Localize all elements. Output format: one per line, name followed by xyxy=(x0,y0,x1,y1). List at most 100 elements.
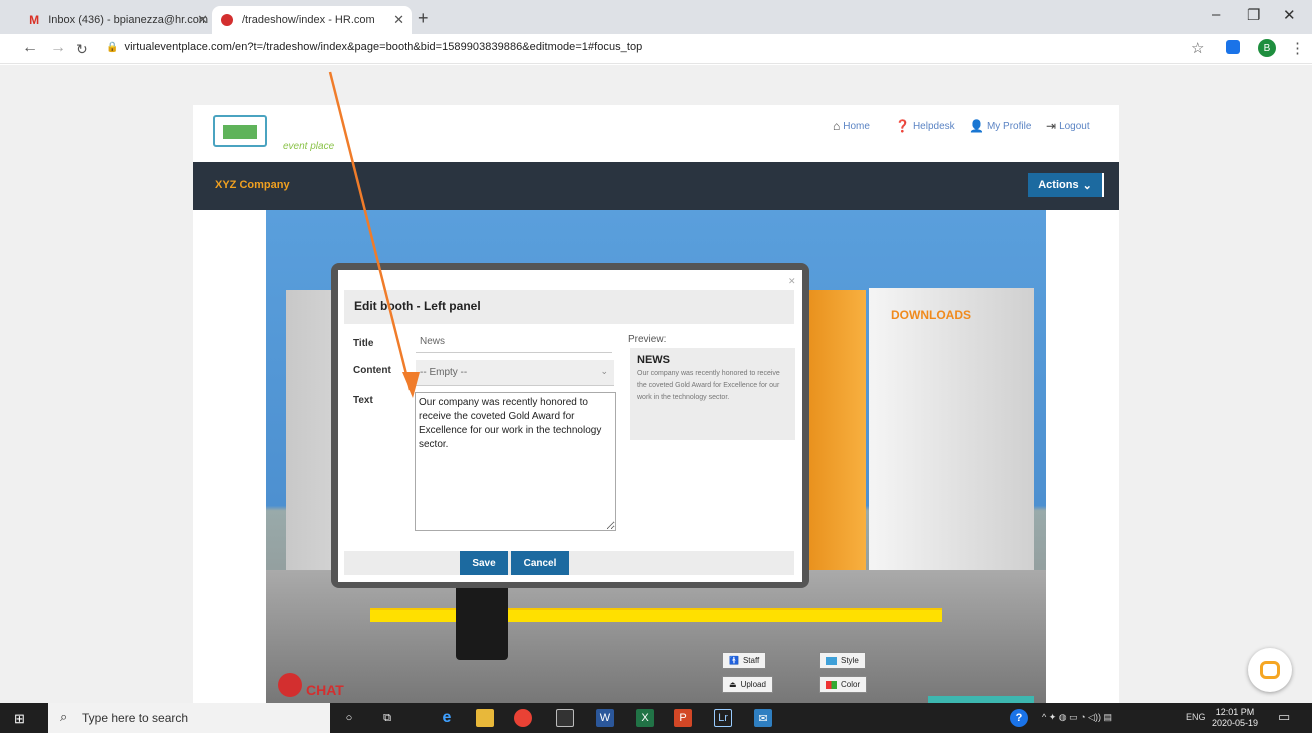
chat-play-icon[interactable] xyxy=(278,673,302,697)
forward-icon[interactable]: → xyxy=(50,39,66,57)
text-label: Text xyxy=(353,395,373,406)
close-icon[interactable]: ✕ xyxy=(197,12,208,28)
profile-avatar[interactable]: B xyxy=(1258,39,1276,57)
company-name: XYZ Company xyxy=(215,179,290,191)
language-indicator[interactable]: ENG xyxy=(1186,712,1206,722)
tab-tradeshow[interactable]: /tradeshow/index - HR.com ✕ xyxy=(212,6,412,34)
excel-icon[interactable]: X xyxy=(636,709,654,727)
windows-start-icon[interactable]: ⊞ xyxy=(14,711,25,727)
reload-icon[interactable]: ↻ xyxy=(76,41,88,58)
url-text: virtualeventplace.com/en?t=/tradeshow/in… xyxy=(124,41,643,53)
close-icon[interactable]: ✕ xyxy=(788,276,796,287)
mail-icon[interactable]: ✉ xyxy=(754,709,772,727)
close-window-icon[interactable]: ✕ xyxy=(1283,6,1296,24)
booth-pillar xyxy=(806,290,866,590)
file-explorer-icon[interactable] xyxy=(476,709,494,727)
style-label: Style xyxy=(841,656,859,665)
chat-label[interactable]: CHAT xyxy=(306,682,344,698)
booth-floor-glass xyxy=(266,570,1046,703)
company-bar: XYZ Company Actions ⌄ xyxy=(193,162,1119,210)
nav-home-label: Home xyxy=(843,120,870,132)
edge-icon[interactable]: e xyxy=(438,709,456,727)
chevron-down-icon: ⌄ xyxy=(1082,179,1092,192)
logout-icon: ⇥ xyxy=(1046,119,1057,133)
preview-body: Our company was recently honored to rece… xyxy=(637,370,780,401)
taskbar-search[interactable]: ⌕ Type here to search xyxy=(48,703,330,733)
bookmark-star-icon[interactable]: ☆ xyxy=(1191,39,1204,57)
home-icon: ⌂ xyxy=(833,119,841,133)
save-button[interactable]: Save xyxy=(460,551,508,575)
modal-footer xyxy=(344,551,794,575)
actions-dropdown-button[interactable]: Actions ⌄ xyxy=(1028,173,1104,197)
edit-booth-modal: ✕ Edit booth - Left panel Title Content … xyxy=(338,270,802,582)
search-placeholder: Type here to search xyxy=(82,711,189,725)
start-video-chat-button[interactable] xyxy=(928,696,1034,703)
address-bar[interactable]: 🔒 virtualeventplace.com/en?t=/tradeshow/i… xyxy=(106,41,642,53)
search-icon: ⌕ xyxy=(60,709,68,724)
tab-label: Inbox (436) - bpianezza@hr.com xyxy=(48,14,208,26)
modal-header: Edit booth - Left panel xyxy=(344,290,794,324)
logo-text: event place xyxy=(283,141,335,152)
content-select[interactable]: -- Empty -- ⌄ xyxy=(416,360,614,386)
chevron-down-icon: ⌄ xyxy=(600,366,608,376)
clock-time: 12:01 PM xyxy=(1215,707,1255,717)
booth-right-panel[interactable] xyxy=(869,288,1034,598)
content-select-value: -- Empty -- xyxy=(420,367,468,378)
windows-taskbar: ⊞ ⌕ Type here to search ○ ⧉ e W X P Lr ✉… xyxy=(0,703,1312,733)
tab-gmail[interactable]: M Inbox (436) - bpianezza@hr.com ✕ xyxy=(20,6,216,34)
preview-heading: NEWS xyxy=(637,354,670,366)
color-button[interactable]: Color xyxy=(819,676,868,693)
event-place-logo[interactable]: event place xyxy=(211,115,371,155)
nav-helpdesk[interactable]: ❓ Helpdesk xyxy=(895,119,955,133)
word-icon[interactable]: W xyxy=(596,709,614,727)
nav-logout-label: Logout xyxy=(1059,120,1090,132)
task-view-icon[interactable]: ⧉ xyxy=(378,709,396,727)
browser-tab-strip: M Inbox (436) - bpianezza@hr.com ✕ /trad… xyxy=(0,0,1312,34)
restore-icon[interactable]: ❐ xyxy=(1247,6,1260,24)
preview-label: Preview: xyxy=(628,334,667,345)
staff-button[interactable]: 🚹 Staff xyxy=(722,652,767,669)
back-icon[interactable]: ← xyxy=(22,39,38,57)
site-favicon-icon xyxy=(220,13,234,27)
taskbar-clock[interactable]: 12:01 PM 2020-05-19 xyxy=(1212,707,1258,729)
nav-my-profile[interactable]: 👤 My Profile xyxy=(969,119,1031,133)
logo-building-icon xyxy=(213,115,267,147)
title-label: Title xyxy=(353,338,374,349)
lightroom-icon[interactable]: Lr xyxy=(714,709,732,727)
menu-icon[interactable]: ⋮ xyxy=(1290,39,1305,57)
lock-icon: 🔒 xyxy=(106,42,119,53)
image-icon xyxy=(826,656,837,665)
chat-bubble-icon xyxy=(1260,661,1280,679)
browser-toolbar: ← → ↻ 🔒 virtualeventplace.com/en?t=/trade… xyxy=(0,34,1312,64)
actions-label: Actions xyxy=(1038,179,1079,191)
nav-helpdesk-label: Helpdesk xyxy=(912,120,955,132)
notifications-icon[interactable]: ▭ xyxy=(1278,709,1290,725)
text-textarea[interactable]: Our company was recently honored to rece… xyxy=(415,392,616,531)
new-tab-button[interactable]: + xyxy=(418,8,429,29)
chrome-icon[interactable] xyxy=(514,709,532,727)
nav-logout[interactable]: ⇥ Logout xyxy=(1046,119,1090,133)
support-chat-button[interactable] xyxy=(1248,648,1292,692)
upload-label: Upload xyxy=(740,680,766,689)
system-tray-icons[interactable]: ^ ✦ ◍ ▭ ◔ ◁)) ▤ xyxy=(1042,712,1112,723)
close-icon[interactable]: ✕ xyxy=(393,12,404,28)
gmail-icon: M xyxy=(29,13,40,27)
style-button[interactable]: Style xyxy=(819,652,866,669)
nav-home[interactable]: ⌂ Home xyxy=(833,119,870,133)
minimize-icon[interactable]: – xyxy=(1212,6,1220,23)
powerpoint-icon[interactable]: P xyxy=(674,709,692,727)
downloads-heading[interactable]: DOWNLOADS xyxy=(891,308,971,322)
modal-title: Edit booth - Left panel xyxy=(354,299,481,313)
cancel-button[interactable]: Cancel xyxy=(511,551,569,575)
nav-profile-label: My Profile xyxy=(986,120,1032,132)
question-icon: ❓ xyxy=(895,119,910,133)
title-input[interactable] xyxy=(416,330,612,353)
help-icon[interactable]: ? xyxy=(1010,709,1028,727)
upload-button[interactable]: ⏏ Upload xyxy=(722,676,773,693)
color-label: Color xyxy=(841,680,861,689)
tab-label: /tradeshow/index - HR.com xyxy=(242,14,375,26)
cortana-icon[interactable]: ○ xyxy=(340,709,358,727)
extension-icon[interactable] xyxy=(1226,40,1240,54)
store-icon[interactable] xyxy=(556,709,574,727)
preview-box: NEWS Our company was recently honored to… xyxy=(630,348,795,440)
